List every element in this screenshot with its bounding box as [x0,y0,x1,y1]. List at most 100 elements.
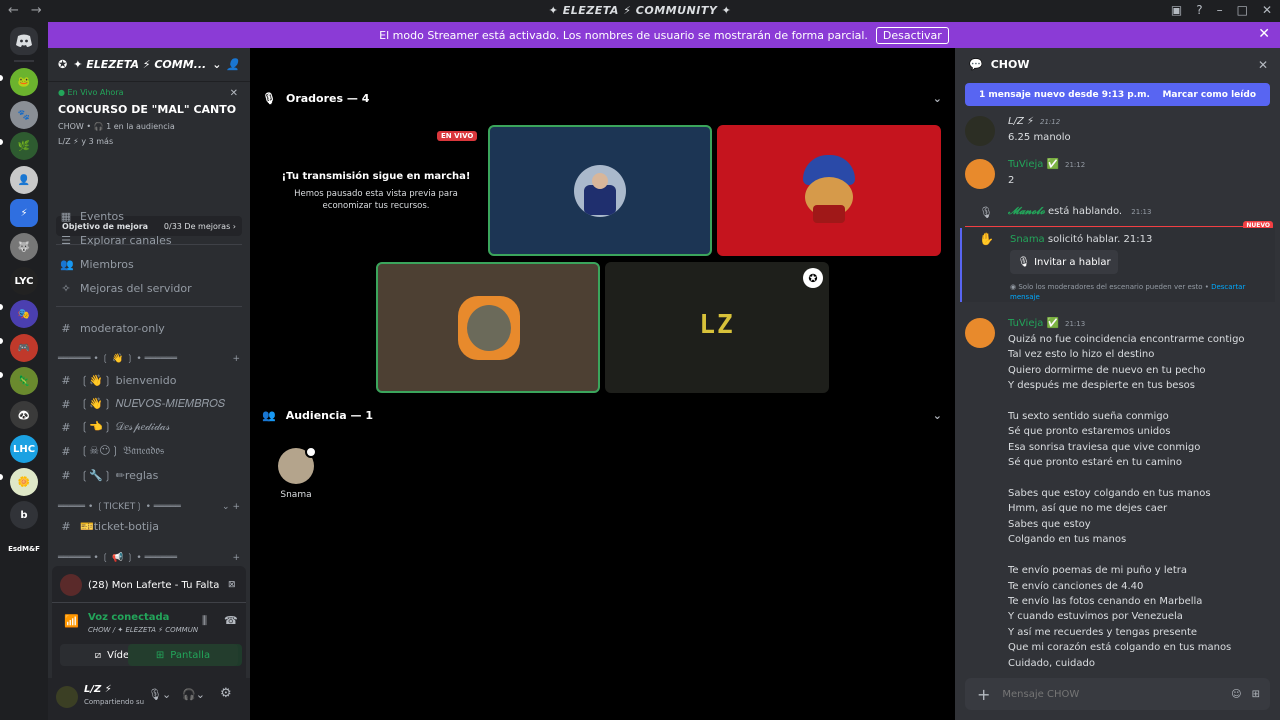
message-author[interactable]: TuVieja ✅ [1008,159,1059,170]
lyric-line: Quizá no fue coincidencia encontrarme co… [1008,334,1245,345]
speaker-tile-3[interactable] [376,262,600,393]
channel-baneados[interactable]: # ❲☠😶❳ 𝔅𝔞𝔫𝔢𝔞𝔡𝔬𝔰 [56,440,242,462]
maximize-icon[interactable]: □ [1237,3,1248,17]
speaker-tile-1[interactable] [488,125,712,256]
live-badge: EN VIVO [437,131,478,141]
request-user[interactable]: Snama [1010,234,1045,245]
speaker-tile-4[interactable]: LZ ✪ [605,262,829,393]
lyric-line [1008,471,1268,486]
noise-suppression-icon[interactable]: ⫼ [202,614,207,628]
chevron-down-icon[interactable]: ⌄ [933,409,942,422]
server-icon-lhc[interactable]: LHC [10,435,38,463]
server-header[interactable]: ✪ ✦ ELEZETA ⚡ COMM... ⌄ 👤 [48,48,250,82]
discord-home-icon[interactable] [10,27,38,55]
server-icon-8[interactable]: 🎮 [10,334,38,362]
new-messages-bar[interactable]: 1 mensaje nuevo desde 9:13 p.m. Marcar c… [965,83,1270,106]
inbox-icon[interactable]: ▣ [1171,3,1182,17]
category-announce[interactable]: ══════ • ❲ 📢 ❳ • ══════ + [58,553,240,563]
live-event-card[interactable]: ● En Vivo Ahora ✕ CONCURSO DE "MAL" CANT… [48,82,250,152]
menu-events[interactable]: ▦ Eventos [56,205,242,227]
lyric-line: Sabes que estoy [1008,518,1091,530]
message-author[interactable]: TuVieja ✅ [1008,318,1059,329]
message-time: 21:13 [1065,320,1086,328]
disable-streamer-button[interactable]: Desactivar [875,26,949,44]
server-icon-10[interactable]: 🐼 [10,401,38,429]
activity-row[interactable]: (28) Mon Laferte - Tu Falta De Quer... ⊠ [60,572,242,598]
emoji-icon[interactable]: ☺ [1231,689,1241,700]
channel-ticket-botija[interactable]: # 🎫ticket-botija [56,515,242,537]
close-chat-icon[interactable]: ✕ [1258,58,1268,72]
channel-despedidas[interactable]: # ❲👈❳ 𝒟𝑒𝓈𝓅𝑒𝒹𝒾𝒹𝒶𝓈 [56,416,242,438]
message-input[interactable] [1002,688,1213,700]
message-text: Quizá no fue coincidencia encontrarme co… [1008,332,1268,671]
server-icon-2[interactable]: 🐾 [10,101,38,129]
user-avatar[interactable] [56,686,78,708]
server-icon-esd[interactable]: EsdM&F [8,535,40,563]
add-member-icon[interactable]: 👤 [226,58,240,71]
user-name[interactable]: L/Z ⚡ [84,684,112,695]
speaker-tile-2[interactable] [717,125,941,256]
message-input-box[interactable]: + ☺ ⊞ [965,678,1270,710]
close-activity-icon[interactable]: ⊠ [228,580,236,590]
server-icon-7[interactable]: 🎭 [10,300,38,328]
eye-icon: ◉ [1010,283,1017,291]
chat-panel: 💬 CHOW ✕ 1 mensaje nuevo desde 9:13 p.m.… [955,48,1280,720]
channel-nuevos-miembros[interactable]: # ❲👋❳ 𝑁𝑈𝐸𝑉𝑂𝑆-𝑀𝐼𝐸𝑀𝐵𝑅𝑂𝑆 [56,393,242,415]
server-icon-1[interactable]: 🐸 [10,68,38,96]
channel-reglas[interactable]: # ❲🔧❳ ✏reglas [56,464,242,486]
settings-icon[interactable]: ⚙ [220,686,232,701]
voice-channel[interactable]: CHOW / ✦ ELEZETA ⚡ COMMUNITY... [88,626,198,634]
category-welcome[interactable]: ══════ • ❲ 👋 ❳ • ══════ + [58,354,240,364]
server-icon-3[interactable]: 🌿 [10,132,38,160]
server-icon-9[interactable]: 🦎 [10,367,38,395]
server-icon-11[interactable]: 🌼 [10,468,38,496]
message-text: 2 [1008,175,1015,186]
message-avatar[interactable] [965,318,995,348]
invite-to-speak-button[interactable]: 🎙 Invitar a hablar [1010,250,1118,274]
lyric-line: Quiero dormirme de nuevo en tu pecho [1008,364,1206,376]
speaking-user[interactable]: 𝓜𝓪𝓷𝓸𝓵𝓸 [1008,206,1045,217]
speakers-header[interactable]: 🎙 Oradores — 4 ⌄ [262,92,942,105]
lyric-line: Esa sonrisa traviesa que vive conmigo [1008,441,1201,453]
close-window-icon[interactable]: ✕ [1262,3,1272,17]
add-attachment-icon[interactable]: + [977,685,990,704]
category-ticket[interactable]: ═════ • ❲TICKET❳ • ═════ ⌄ + [58,502,240,512]
menu-server-boosts[interactable]: ✧ Mejoras del servidor [56,277,242,299]
server-icon-4[interactable]: 👤 [10,166,38,194]
message-avatar[interactable] [965,116,995,146]
microphone-icon: 🎙 [979,206,993,219]
lyric-line: Tu sexto sentido sueña conmigo [1008,411,1169,423]
server-icon-5[interactable]: ⚡ [10,199,38,227]
channel-sidebar: ✪ ✦ ELEZETA ⚡ COMM... ⌄ 👤 ● En Vivo Ahor… [48,48,250,720]
menu-members[interactable]: 👥 Miembros [56,253,242,275]
mark-read-button[interactable]: Marcar como leído [1162,90,1256,100]
add-channel-icon[interactable]: + [232,553,240,563]
channel-bienvenido[interactable]: # ❲👋❳ bienvenido [56,369,242,391]
voice-status[interactable]: Voz conectada [88,612,169,623]
menu-browse-channels[interactable]: ☰ Explorar canales [56,229,242,251]
minimize-icon[interactable]: – [1217,3,1223,17]
server-icon-lyc[interactable]: LYC [10,267,38,295]
add-channel-icon[interactable]: + [232,354,240,364]
speaker-avatar-1 [574,165,626,217]
apps-icon[interactable]: ⊞ [1252,689,1260,700]
speaker-avatar-3 [458,296,520,360]
headphones-icon[interactable]: 🎧⌄ [182,688,205,701]
help-icon[interactable]: ? [1196,3,1202,17]
server-icon-b[interactable]: b [10,501,38,529]
close-live-icon[interactable]: ✕ [230,88,238,99]
message-avatar[interactable] [965,159,995,189]
message-author[interactable]: L/Z ⚡ [1008,116,1034,127]
close-banner-icon[interactable]: ✕ [1258,26,1270,42]
server-icon-6[interactable]: 🐺 [10,233,38,261]
channel-moderator-only[interactable]: # moderator-only [56,317,242,339]
mic-icon[interactable]: 🎙⌄ [148,688,171,701]
audience-name: Snama [280,490,312,500]
disconnect-icon[interactable]: ☎ [224,614,238,627]
audience-header[interactable]: 👥 Audiencia — 1 ⌄ [262,409,942,422]
boost-icon: ✧ [61,281,71,295]
add-channel-icon[interactable]: ⌄ + [222,502,240,512]
audience-member[interactable]: Snama [276,446,317,500]
screen-share-button-label[interactable]: ⊞ Pantalla [128,644,238,666]
chevron-down-icon[interactable]: ⌄ [933,92,942,105]
